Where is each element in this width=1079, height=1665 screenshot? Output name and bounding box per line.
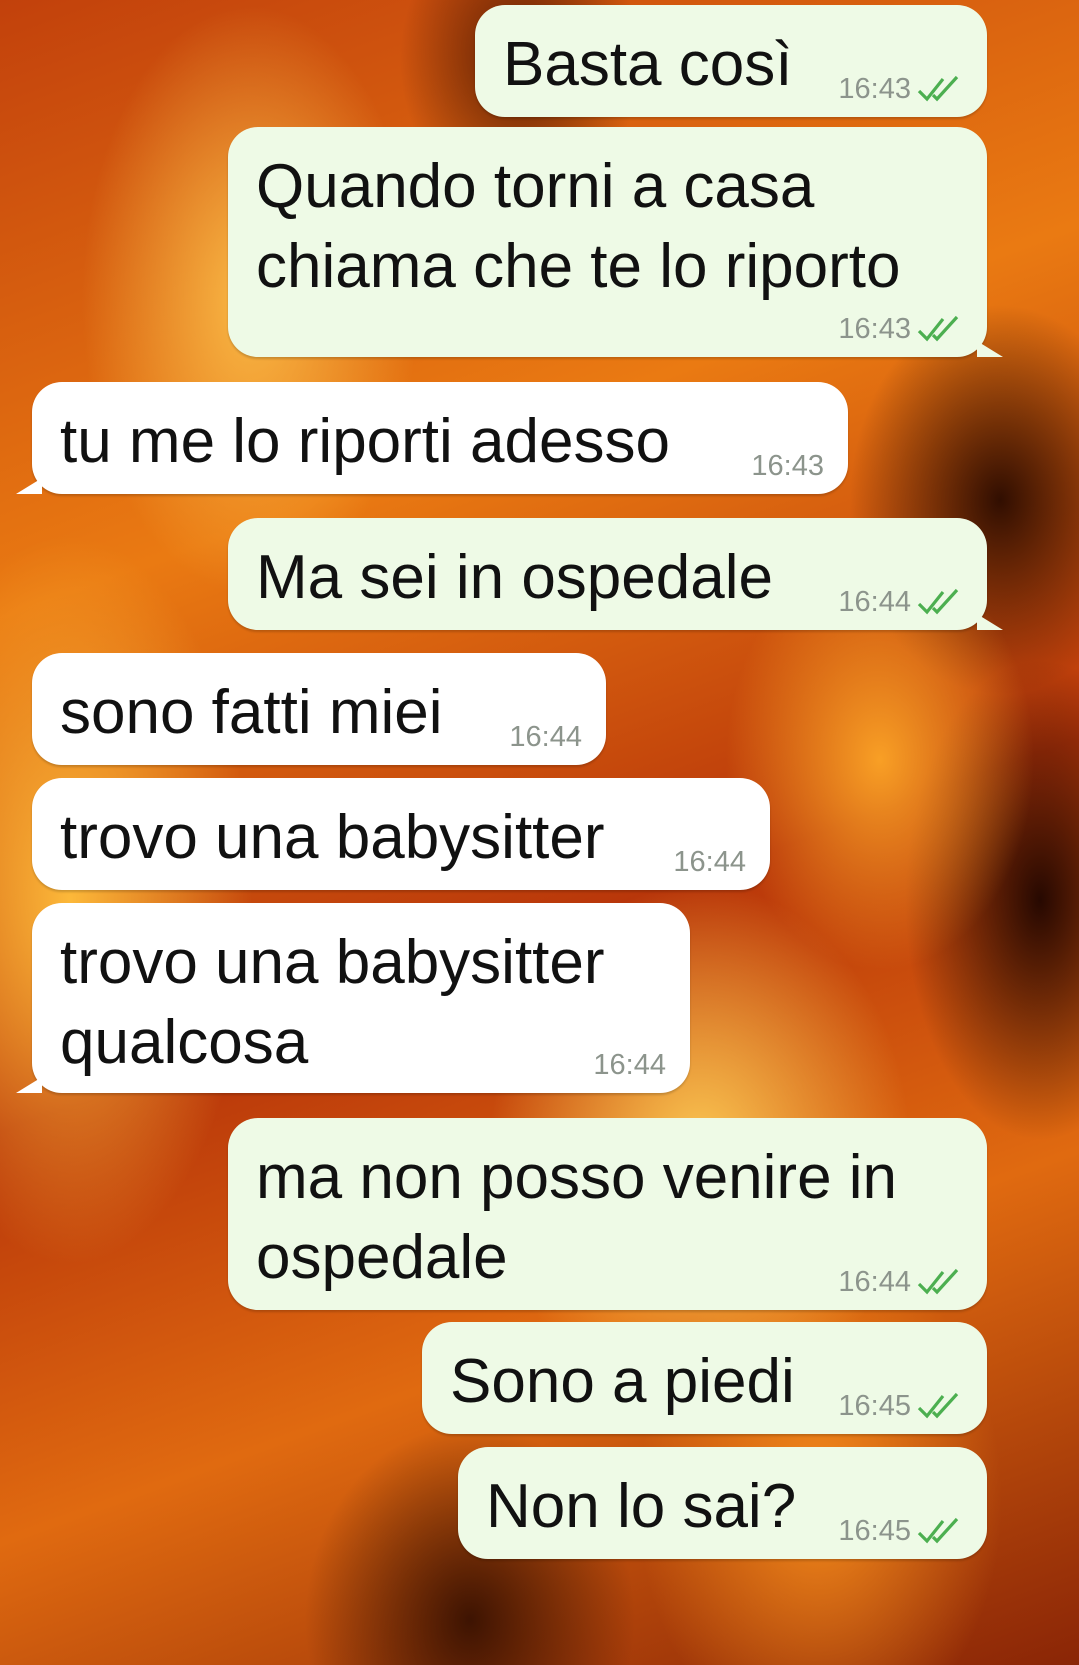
double-check-icon: [917, 315, 959, 342]
message-meta: 16:44: [838, 586, 963, 618]
message-meta: 16:45: [838, 1390, 963, 1422]
message-text: sono fatti miei: [60, 678, 443, 747]
message-bubble-incoming[interactable]: trovo una babysitter qualcosa 16:44: [16, 903, 690, 1093]
message-meta: 16:43: [838, 313, 963, 345]
message-time: 16:44: [593, 1049, 666, 1081]
message-time: 16:45: [838, 1515, 911, 1547]
double-check-icon: [917, 1517, 959, 1544]
message-time: 16:44: [673, 846, 746, 878]
message-time: 16:43: [751, 450, 824, 482]
message-time: 16:43: [838, 73, 911, 105]
message-bubble-outgoing[interactable]: ma non posso venire in ospedale 16:44: [228, 1118, 987, 1310]
double-check-icon: [917, 75, 959, 102]
message-time: 16:45: [838, 1390, 911, 1422]
message-text: tu me lo riporti adesso: [60, 407, 670, 476]
message-bubble-incoming[interactable]: tu me lo riporti adesso 16:43: [16, 382, 848, 494]
message-time: 16:43: [838, 313, 911, 345]
message-meta: 16:44: [838, 1266, 963, 1298]
double-check-icon: [917, 588, 959, 615]
message-time: 16:44: [509, 721, 582, 753]
double-check-icon: [917, 1392, 959, 1419]
message-bubble-outgoing[interactable]: Quando torni a casa chiama che te lo rip…: [228, 127, 1003, 357]
message-bubble-outgoing[interactable]: Non lo sai? 16:45: [458, 1447, 987, 1559]
message-bubble-outgoing[interactable]: Ma sei in ospedale 16:44: [228, 518, 1003, 630]
message-text: trovo una babysitter: [60, 803, 605, 872]
message-bubble-incoming[interactable]: trovo una babysitter 16:44: [32, 778, 770, 890]
message-meta: 16:44: [509, 721, 582, 753]
message-meta: 16:44: [673, 846, 746, 878]
message-text: trovo una babysitter qualcosa: [60, 928, 605, 1077]
message-bubble-outgoing[interactable]: Basta così 16:43: [475, 5, 987, 117]
message-meta: 16:43: [838, 73, 963, 105]
message-text: Quando torni a casa chiama che te lo rip…: [256, 152, 901, 301]
message-meta: 16:43: [751, 450, 824, 482]
message-meta: 16:44: [593, 1049, 666, 1081]
message-bubble-incoming[interactable]: sono fatti miei 16:44: [32, 653, 606, 765]
message-meta: 16:45: [838, 1515, 963, 1547]
message-time: 16:44: [838, 586, 911, 618]
message-time: 16:44: [838, 1266, 911, 1298]
double-check-icon: [917, 1268, 959, 1295]
message-bubble-outgoing[interactable]: Sono a piedi 16:45: [422, 1322, 987, 1434]
